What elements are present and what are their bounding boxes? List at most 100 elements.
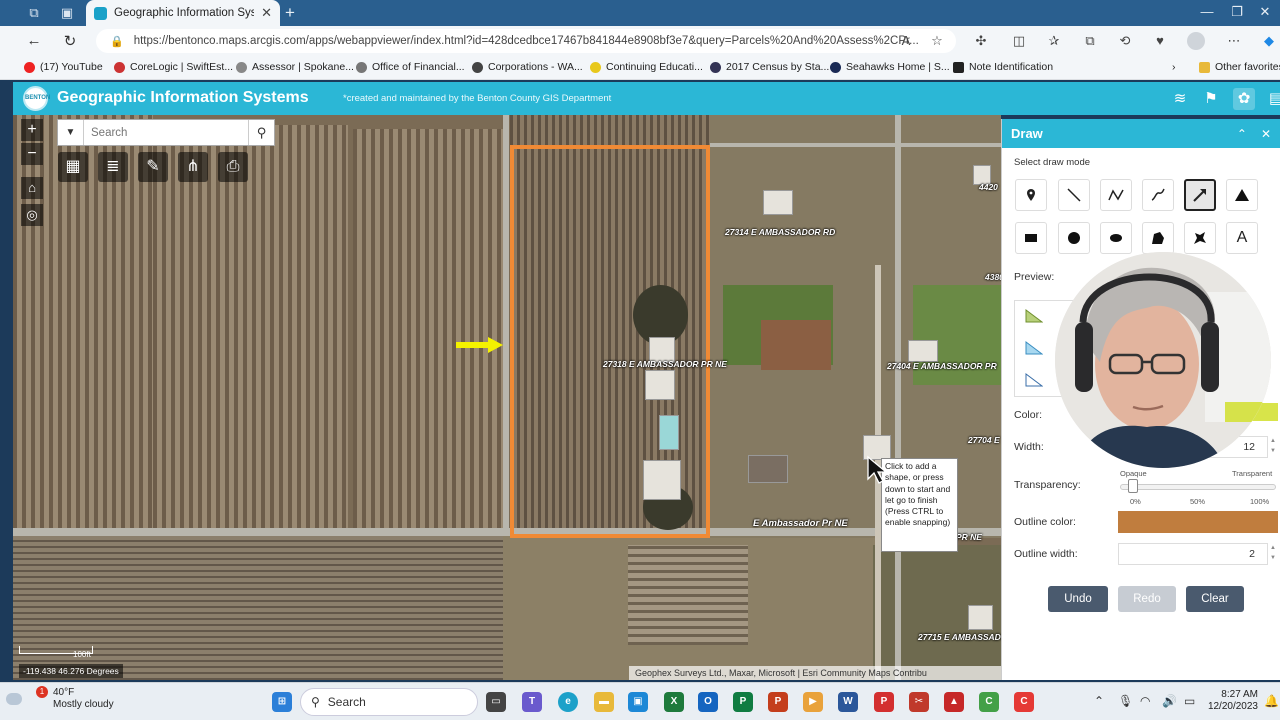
layers-icon[interactable]: ≋	[1169, 88, 1191, 110]
word-icon[interactable]: W	[838, 692, 858, 712]
redo-button[interactable]: Redo	[1118, 586, 1176, 612]
pdf-icon[interactable]: P	[874, 692, 894, 712]
select-button[interactable]: ⋔	[178, 152, 208, 182]
tab-gis[interactable]: Geographic Information Systems ✕	[86, 0, 280, 26]
print-button[interactable]: ⎙	[218, 152, 248, 182]
weather-widget[interactable]: 40°F Mostly cloudy	[24, 687, 114, 711]
bookmarks-overflow-icon[interactable]: ›	[1172, 61, 1176, 73]
snipping-tool-icon[interactable]: ✂	[909, 692, 929, 712]
powerpoint-icon[interactable]: P	[768, 692, 788, 712]
draw-polyline-button[interactable]	[1100, 179, 1132, 211]
teams-icon[interactable]: T	[522, 692, 542, 712]
outline-color-picker[interactable]	[1118, 511, 1278, 533]
transparency-slider[interactable]	[1120, 484, 1276, 490]
draw-rectangle-button[interactable]	[1015, 222, 1047, 254]
start-button[interactable]: ⊞	[272, 692, 292, 712]
selected-parcel-outline[interactable]	[510, 145, 710, 538]
close-panel-icon[interactable]: ✕	[1261, 127, 1271, 141]
search-button[interactable]: ⚲	[248, 120, 274, 145]
browser-essentials-icon[interactable]: ♥	[1151, 33, 1169, 48]
back-icon[interactable]: ←	[24, 32, 44, 49]
task-view-icon[interactable]: ▭	[486, 692, 506, 712]
taskbar-clock[interactable]: 8:27 AM 12/20/2023	[1206, 689, 1258, 713]
new-tab-icon[interactable]: +	[285, 3, 295, 23]
measure-button[interactable]: ✎	[138, 152, 168, 182]
bookmark-corporations[interactable]: Corporations - WA...	[472, 61, 583, 73]
basemap-gallery-button[interactable]: ▦	[58, 152, 88, 182]
minimize-icon[interactable]: —	[1192, 4, 1222, 19]
bookmark-note-identification[interactable]: Note Identification	[953, 61, 1053, 73]
history-icon[interactable]: ⟲	[1116, 33, 1134, 49]
bookmark-assessor[interactable]: Assessor | Spokane...	[236, 61, 354, 73]
my-location-button[interactable]: ◎	[21, 204, 43, 226]
outlook-icon[interactable]: O	[698, 692, 718, 712]
microphone-icon[interactable]: 🎙	[1118, 694, 1133, 708]
file-explorer-icon[interactable]: ▬	[594, 692, 614, 712]
search-source-dropdown[interactable]: ▼	[58, 120, 84, 145]
tab-actions-icon[interactable]: ▣	[57, 4, 77, 22]
transparency-slider-thumb[interactable]	[1128, 479, 1139, 493]
volume-icon[interactable]: 🔊	[1162, 694, 1177, 708]
draw-triangle-button[interactable]	[1226, 179, 1258, 211]
publisher-icon[interactable]: P	[733, 692, 753, 712]
favorite-star-icon[interactable]: ☆	[928, 33, 946, 49]
draw-line-button[interactable]	[1058, 179, 1090, 211]
outline-width-spinner[interactable]: ▲ ▼	[1268, 543, 1278, 565]
tray-overflow-icon[interactable]: ⌃	[1094, 694, 1104, 708]
draw-arrow-button[interactable]	[1184, 179, 1216, 211]
copilot-icon[interactable]: ◆	[1260, 33, 1278, 49]
collections-icon[interactable]: ⧉	[1081, 33, 1099, 49]
extensions-icon[interactable]: ✣	[972, 33, 990, 49]
preview-symbol-outline[interactable]	[1025, 371, 1043, 387]
map-view[interactable]: 27314 E AMBASSADOR RD 27318 E AMBASSADOR…	[13, 115, 1001, 680]
bookmark-seahawks[interactable]: Seahawks Home | S...	[830, 61, 950, 73]
edge-icon[interactable]: e	[558, 692, 578, 712]
taskbar-search[interactable]: ⚲ Search	[300, 688, 478, 716]
legend-icon[interactable]: ⚑	[1200, 88, 1222, 110]
preview-symbol-green[interactable]	[1025, 307, 1043, 323]
restore-icon[interactable]: ❐	[1222, 4, 1252, 20]
app-icon-green[interactable]: C	[979, 692, 999, 712]
outline-width-input[interactable]: 2	[1118, 543, 1268, 565]
search-input[interactable]	[84, 126, 248, 139]
read-aloud-icon[interactable]: A	[897, 33, 915, 48]
battery-icon[interactable]: ▭	[1184, 694, 1195, 708]
collapse-icon[interactable]: ⌃	[1237, 127, 1247, 141]
notifications-icon[interactable]: 🔔	[1264, 694, 1279, 708]
more-options-icon[interactable]: ⋯	[1225, 33, 1243, 49]
draw-text-button[interactable]: A	[1226, 222, 1258, 254]
workspaces-icon[interactable]: ⧉	[24, 4, 44, 22]
refresh-icon[interactable]: ↻	[60, 32, 80, 50]
store-icon[interactable]: ▣	[628, 692, 648, 712]
split-screen-icon[interactable]: ◫	[1010, 33, 1028, 49]
zoom-out-button[interactable]: −	[21, 143, 43, 165]
attribute-table-icon[interactable]: ▤	[1265, 88, 1280, 110]
draw-freehand-polygon-button[interactable]	[1184, 222, 1216, 254]
close-window-icon[interactable]: ✕	[1250, 4, 1280, 20]
draw-freehand-line-button[interactable]	[1142, 179, 1174, 211]
preview-symbol-blue[interactable]	[1025, 339, 1043, 355]
width-spinner[interactable]: ▲ ▼	[1268, 436, 1278, 458]
draw-point-button[interactable]	[1015, 179, 1047, 211]
bookmark-corelogic[interactable]: CoreLogic | SwiftEst...	[114, 61, 233, 73]
undo-button[interactable]: Undo	[1048, 586, 1108, 612]
media-player-icon[interactable]: ▶	[803, 692, 823, 712]
bookmark-other-favorites[interactable]: Other favorites	[1199, 61, 1280, 73]
wifi-icon[interactable]: ◠	[1140, 694, 1150, 708]
draw-ellipse-button[interactable]	[1100, 222, 1132, 254]
app-icon-red[interactable]: ▲	[944, 692, 964, 712]
bookmark-census[interactable]: 2017 Census by Sta...	[710, 61, 829, 73]
bookmark-continuing-ed[interactable]: Continuing Educati...	[590, 61, 703, 73]
layer-list-button[interactable]: ≣	[98, 152, 128, 182]
close-tab-icon[interactable]: ✕	[261, 5, 272, 21]
draw-widget-icon[interactable]: ✿	[1233, 88, 1255, 110]
address-bar[interactable]: 🔒 https://bentonco.maps.arcgis.com/apps/…	[96, 29, 956, 53]
favorites-icon[interactable]: ✰	[1045, 33, 1063, 49]
draw-polygon-button[interactable]	[1142, 222, 1174, 254]
excel-icon[interactable]: X	[664, 692, 684, 712]
zoom-in-button[interactable]: +	[21, 119, 43, 141]
clear-button[interactable]: Clear	[1186, 586, 1244, 612]
bookmark-youtube[interactable]: (17) YouTube	[24, 61, 103, 73]
bookmark-office-financial[interactable]: Office of Financial...	[356, 61, 465, 73]
draw-circle-button[interactable]	[1058, 222, 1090, 254]
